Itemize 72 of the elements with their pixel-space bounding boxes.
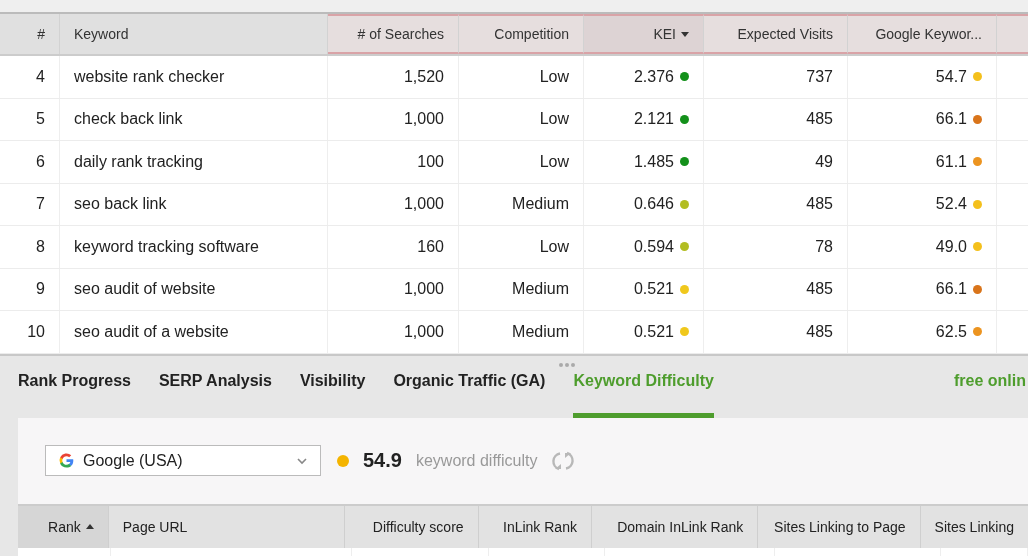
table-cell: 54.7 bbox=[935, 67, 967, 86]
table-cell: 7 bbox=[0, 183, 60, 225]
table-cell: 0.594 bbox=[633, 237, 674, 256]
tab[interactable]: Rank Progress bbox=[18, 355, 131, 418]
table-cell: 52.4 bbox=[935, 195, 967, 214]
table-cell: 485 bbox=[704, 98, 848, 140]
column-header[interactable]: Sites Linking bbox=[920, 505, 1028, 548]
column-header[interactable]: Expected Visits bbox=[704, 14, 848, 54]
table-cell: 9 bbox=[0, 268, 60, 310]
table-cell: 49.0 bbox=[935, 237, 967, 256]
table-cell: Low bbox=[459, 141, 584, 183]
table-cell: 100 bbox=[328, 141, 459, 183]
table-cell: 160 bbox=[328, 226, 459, 268]
table-cell: 5 bbox=[0, 98, 60, 140]
table-cell: 61.1 bbox=[935, 152, 967, 171]
column-header[interactable]: # of Searches bbox=[328, 14, 459, 54]
column-header[interactable]: Rank bbox=[18, 505, 109, 548]
tab[interactable]: Visibility bbox=[299, 355, 366, 418]
table-cell: Low bbox=[459, 98, 584, 140]
table-cell: 1,520 bbox=[328, 56, 459, 98]
table-cell: seo audit of website bbox=[60, 268, 328, 310]
table-cell: 2.121 bbox=[633, 110, 674, 129]
table-cell: 0.521 bbox=[633, 322, 674, 341]
table-cell: 62.5 bbox=[935, 322, 967, 341]
table-cell: keyword tracking software bbox=[60, 226, 328, 268]
table-cell: 485 bbox=[704, 311, 848, 353]
table-cell: 1.485 bbox=[633, 152, 674, 171]
table-cell: 485 bbox=[704, 183, 848, 225]
table-cell: 66.1 bbox=[935, 110, 967, 129]
tab[interactable]: Organic Traffic (GA) bbox=[393, 355, 546, 418]
table-cell: Medium bbox=[459, 183, 584, 225]
search-engine-dropdown[interactable]: Google (USA) bbox=[45, 445, 321, 476]
table-cell: 2.376 bbox=[633, 67, 674, 86]
table-cell: 0.521 bbox=[633, 280, 674, 299]
chevron-down-icon bbox=[296, 456, 308, 465]
table-cell: 0.646 bbox=[633, 195, 674, 214]
table-cell: 78 bbox=[704, 226, 848, 268]
column-header[interactable]: Domain InLink Rank bbox=[591, 505, 759, 548]
table-cell: seo back link bbox=[60, 183, 328, 225]
table-cell: 4 bbox=[0, 56, 60, 98]
difficulty-score: 54.9 bbox=[363, 449, 402, 472]
table-cell: 1,000 bbox=[328, 183, 459, 225]
table-cell: 66.1 bbox=[935, 280, 967, 299]
table-cell: Low bbox=[459, 226, 584, 268]
table-cell: 1,000 bbox=[328, 268, 459, 310]
column-header[interactable]: Google Keywor... bbox=[848, 14, 997, 54]
table-cell: 8 bbox=[0, 226, 60, 268]
resize-handle-icon[interactable] bbox=[558, 361, 576, 368]
score-label: keyword difficulty bbox=[415, 451, 538, 470]
table-cell: check back link bbox=[60, 98, 328, 140]
google-g-icon bbox=[58, 452, 75, 469]
table-cell: seo audit of a website bbox=[60, 311, 328, 353]
column-header[interactable]: Difficulty score bbox=[344, 505, 479, 548]
table-cell: Low bbox=[459, 56, 584, 98]
tab[interactable]: SERP Analysis bbox=[158, 355, 272, 418]
column-header[interactable]: InLink Rank bbox=[478, 505, 592, 548]
table-cell: 1,000 bbox=[328, 311, 459, 353]
table-cell: website rank checker bbox=[60, 56, 328, 98]
column-header[interactable]: Page URL bbox=[108, 505, 345, 548]
column-header[interactable]: Sites Linking to Page bbox=[758, 505, 921, 548]
table-cell: 49 bbox=[704, 141, 848, 183]
table-cell: Medium bbox=[459, 268, 584, 310]
column-header[interactable]: KEI bbox=[584, 14, 704, 54]
table-cell: 737 bbox=[704, 56, 848, 98]
table-cell: daily rank tracking bbox=[60, 141, 328, 183]
table-cell: Medium bbox=[459, 311, 584, 353]
table-cell: 485 bbox=[704, 268, 848, 310]
table-cell: 10 bbox=[0, 311, 60, 353]
column-header[interactable]: Competition bbox=[459, 14, 584, 54]
table-cell: 1,000 bbox=[328, 98, 459, 140]
column-header[interactable]: # bbox=[0, 14, 60, 54]
table-cell: 6 bbox=[0, 141, 60, 183]
